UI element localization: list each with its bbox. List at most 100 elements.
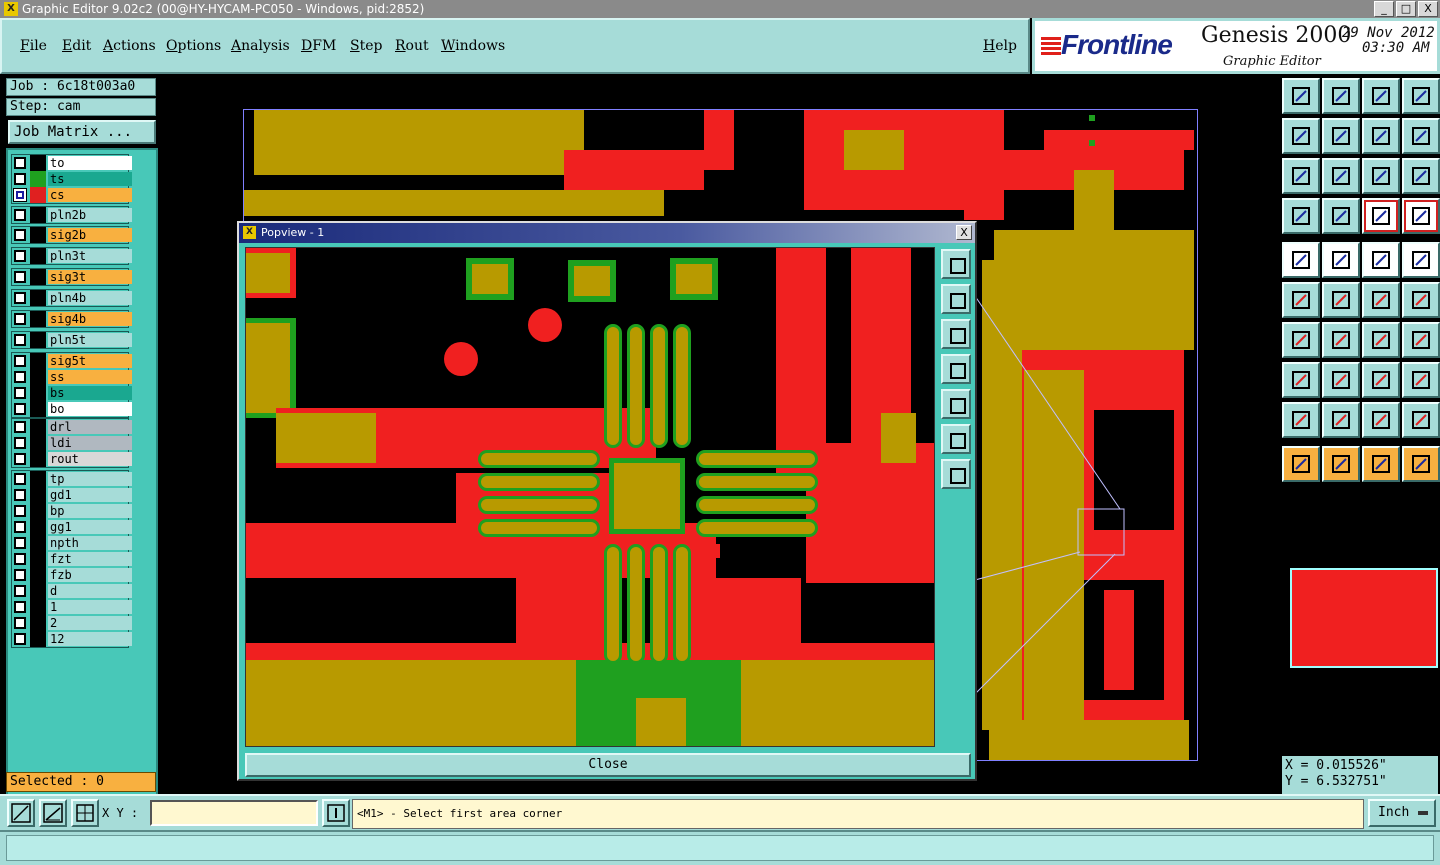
layer-row[interactable]: ss <box>12 369 132 385</box>
arc-tool[interactable] <box>1362 322 1400 358</box>
layer-checkbox[interactable] <box>14 569 26 581</box>
zoom-area-button[interactable] <box>7 799 35 827</box>
layer-row[interactable]: sig5t <box>12 353 132 369</box>
layer-name[interactable]: ts <box>48 172 132 186</box>
menu-options[interactable]: Options <box>166 38 221 54</box>
probe-tool[interactable] <box>1322 198 1360 234</box>
fit-all-tool[interactable] <box>1322 158 1360 194</box>
pad-add-tool[interactable] <box>1282 362 1320 398</box>
layer-row[interactable]: pln4b <box>12 290 132 306</box>
layer-color-swatch[interactable] <box>30 385 46 401</box>
route-tool[interactable] <box>1322 242 1360 278</box>
layer-color-swatch[interactable] <box>30 599 46 615</box>
line-tool[interactable] <box>1322 362 1360 398</box>
cluster-tool[interactable] <box>1402 362 1440 398</box>
layer-color-swatch[interactable] <box>30 583 46 599</box>
layer-checkbox[interactable] <box>14 617 26 629</box>
overview-map[interactable] <box>1282 560 1438 748</box>
layer-name[interactable]: pln3t <box>48 249 132 263</box>
layer-checkbox[interactable] <box>14 387 26 399</box>
layer-checkbox[interactable] <box>14 633 26 645</box>
scale-1-2-tool[interactable] <box>1362 158 1400 194</box>
menu-dfm[interactable]: DFM <box>301 38 336 54</box>
pan-up-button[interactable] <box>941 284 971 314</box>
layer-name[interactable]: bo <box>48 402 132 416</box>
menu-file[interactable]: File <box>20 38 47 54</box>
move-left-tool[interactable] <box>1282 118 1320 154</box>
layer-name[interactable]: bs <box>48 386 132 400</box>
menu-edit[interactable]: Edit <box>62 38 91 54</box>
pan-left-button[interactable] <box>941 354 971 384</box>
layer-color-swatch[interactable] <box>30 503 46 519</box>
layer-checkbox[interactable] <box>14 421 26 433</box>
layer-name[interactable]: rout <box>48 452 132 466</box>
layer-row[interactable]: pln5t <box>12 332 132 348</box>
zoom-out-button[interactable] <box>941 459 971 489</box>
layer-color-swatch[interactable] <box>30 369 46 385</box>
layer-checkbox[interactable] <box>14 403 26 415</box>
trapezoid-tool[interactable] <box>1362 402 1400 438</box>
layer-name[interactable]: sig2b <box>48 228 132 242</box>
layer-row[interactable]: fzb <box>12 567 132 583</box>
tri-alt-tool[interactable] <box>1322 402 1360 438</box>
layer-color-swatch[interactable] <box>30 290 46 306</box>
layer-row[interactable]: bo <box>12 401 132 417</box>
layer-color-swatch[interactable] <box>30 311 46 327</box>
layer-color-swatch[interactable] <box>30 535 46 551</box>
layer-name[interactable]: fzt <box>48 552 132 566</box>
layer-color-swatch[interactable] <box>30 631 46 647</box>
menu-analysis[interactable]: Analysis <box>231 38 290 54</box>
measure-button[interactable] <box>39 799 67 827</box>
split-view-tool[interactable] <box>1402 78 1440 114</box>
layer-name[interactable]: 1 <box>48 600 132 614</box>
layer-color-swatch[interactable] <box>30 615 46 631</box>
layer-checkbox[interactable] <box>14 453 26 465</box>
layer-name[interactable]: pln4b <box>48 291 132 305</box>
layer-checkbox[interactable] <box>14 489 26 501</box>
layer-color-swatch[interactable] <box>30 471 46 487</box>
layer-down-tool[interactable] <box>1322 78 1360 114</box>
layer-name[interactable]: drl <box>48 420 132 434</box>
layer-checkbox[interactable] <box>14 355 26 367</box>
layer-row[interactable]: ldi <box>12 435 132 451</box>
layer-row[interactable]: to <box>12 155 132 171</box>
layer-name[interactable]: npth <box>48 536 132 550</box>
layer-row[interactable]: d <box>12 583 132 599</box>
pointer-tool[interactable] <box>1282 446 1320 482</box>
layer-name[interactable]: cs <box>48 188 132 202</box>
layer-checkbox[interactable] <box>14 505 26 517</box>
menu-rout[interactable]: Rout <box>395 38 429 54</box>
layer-row[interactable]: fzt <box>12 551 132 567</box>
layer-checkbox[interactable] <box>14 334 26 346</box>
home-tool[interactable] <box>1362 78 1400 114</box>
layer-checkbox[interactable] <box>14 209 26 221</box>
layer-up-tool[interactable] <box>1282 78 1320 114</box>
move-right-tool[interactable] <box>1322 118 1360 154</box>
menu-help[interactable]: Help <box>983 38 1017 54</box>
menu-step[interactable]: Step <box>350 38 382 54</box>
layer-row[interactable]: ts <box>12 171 132 187</box>
trap-alt-tool[interactable] <box>1402 402 1440 438</box>
popview-canvas[interactable] <box>245 247 935 747</box>
layer-checkbox[interactable] <box>14 553 26 565</box>
layer-row[interactable]: sig3t <box>12 269 132 285</box>
feature-tool[interactable] <box>1402 322 1440 358</box>
pan-down-button[interactable] <box>941 319 971 349</box>
snap-grid-button[interactable] <box>71 799 99 827</box>
ruler-tool[interactable] <box>1362 242 1400 278</box>
layer-checkbox[interactable] <box>14 250 26 262</box>
popview-close-icon[interactable]: X <box>956 225 972 240</box>
layer-name[interactable]: pln5t <box>48 333 132 347</box>
info-button[interactable] <box>322 799 350 827</box>
layer-checkbox[interactable] <box>14 173 26 185</box>
pad-tool[interactable] <box>1282 242 1320 278</box>
layer-color-swatch[interactable] <box>30 451 46 467</box>
layer-name[interactable]: ldi <box>48 436 132 450</box>
layer-color-swatch[interactable] <box>30 155 46 171</box>
layer-color-swatch[interactable] <box>30 248 46 264</box>
layer-row[interactable]: sig4b <box>12 311 132 327</box>
popview-titlebar[interactable]: X Popview - 1 X <box>239 223 975 243</box>
line-net-tool[interactable] <box>1402 282 1440 318</box>
pointer-multi-tool[interactable] <box>1362 446 1400 482</box>
layer-color-swatch[interactable] <box>30 567 46 583</box>
